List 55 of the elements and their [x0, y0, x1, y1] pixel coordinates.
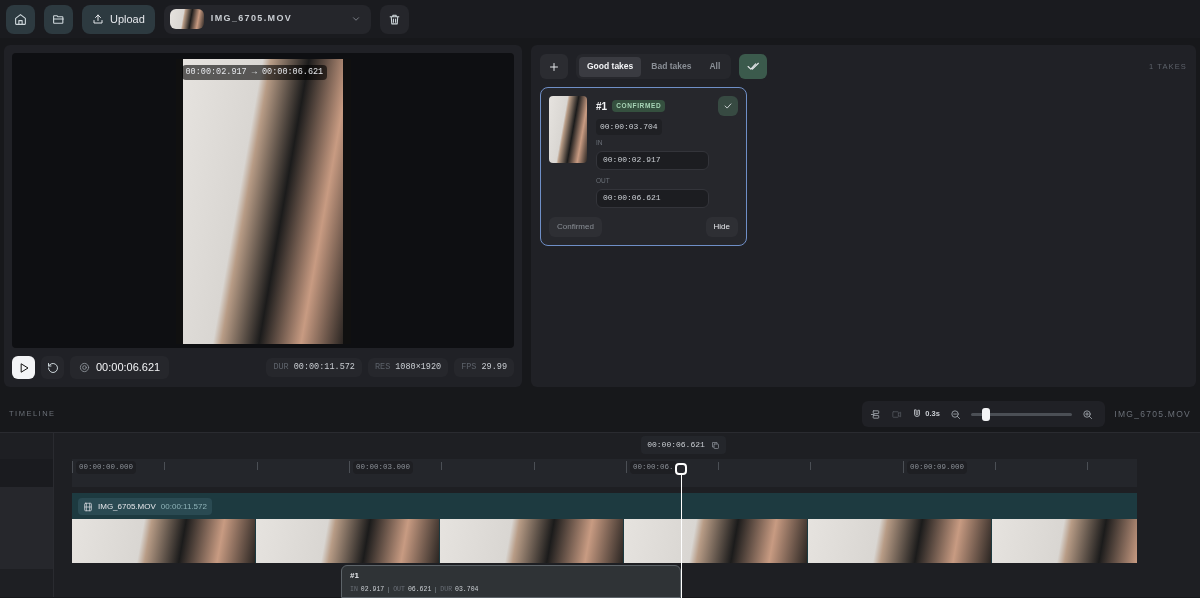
trash-icon: [387, 12, 401, 26]
upload-button[interactable]: Upload: [82, 4, 155, 34]
home-icon: [14, 12, 27, 26]
slider-thumb[interactable]: [982, 407, 991, 421]
filter-tab[interactable]: All: [701, 56, 729, 77]
trim-icon: [891, 408, 903, 420]
timeline-file-name: IMG_6705.MOV: [1114, 407, 1191, 421]
confirm-all-button[interactable]: [739, 54, 768, 79]
take-number: #1: [596, 99, 608, 114]
add-button[interactable]: [540, 54, 568, 79]
stat-value: 29.99: [481, 361, 507, 374]
copy-button[interactable]: [710, 440, 720, 450]
zoom-in-icon: [1081, 408, 1093, 420]
stat-value: 00:00:11.572: [293, 361, 355, 374]
split-icon: [870, 408, 882, 420]
folder-icon: [52, 12, 65, 26]
zoom-out-button[interactable]: [949, 408, 961, 420]
check-icon: [723, 101, 733, 111]
chevron-down-icon: [350, 14, 361, 24]
clip-name: IMG_6705.MOV: [98, 500, 156, 513]
plus-icon: [548, 60, 560, 73]
replay-icon: [46, 361, 59, 374]
video-clip[interactable]: IMG_6705.MOV 00:00:11.572: [72, 493, 1137, 563]
take-duration: 00:00:03.704: [596, 119, 662, 135]
time-range-label: 00:00:02.917 → 00:00:06.621: [181, 65, 328, 80]
replay-button[interactable]: [41, 356, 64, 379]
file-name: IMG_6705.MOV: [210, 12, 294, 26]
zoom-slider[interactable]: [970, 407, 1072, 421]
playhead[interactable]: [675, 463, 688, 598]
clip-duration: 00:00:11.572: [160, 500, 207, 513]
play-button[interactable]: [12, 356, 35, 379]
split-button[interactable]: [870, 408, 882, 420]
thumbnail-placeholder: [169, 9, 204, 29]
upload-icon: [92, 13, 104, 25]
hide-button[interactable]: Hide: [705, 216, 738, 237]
take-clip-number: #1: [350, 570, 360, 582]
in-time-field[interactable]: 00:00:02.917: [596, 150, 709, 170]
open-folder-button[interactable]: [44, 4, 73, 34]
copy-icon: [710, 440, 720, 450]
file-select[interactable]: IMG_6705.MOV: [163, 4, 371, 34]
zoom-in-button[interactable]: [1081, 408, 1093, 420]
filter-tab[interactable]: Good takes: [579, 56, 642, 77]
delete-button[interactable]: [379, 4, 409, 34]
filter-tab[interactable]: Bad takes: [643, 56, 700, 77]
home-button[interactable]: [6, 4, 35, 34]
out-time-field[interactable]: 00:00:06.621: [596, 188, 709, 208]
double-check-icon: [746, 60, 760, 73]
target-icon: [79, 362, 90, 373]
film-icon: [83, 501, 93, 512]
zoom-out-icon: [949, 408, 961, 420]
playhead-time: 00:00:06.621: [647, 439, 705, 451]
current-time: 00:00:06.621: [96, 360, 161, 376]
thumbnail-placeholder: [549, 96, 587, 163]
stat-label: FPS: [461, 361, 477, 374]
stat-value: 1080×1920: [395, 361, 442, 374]
